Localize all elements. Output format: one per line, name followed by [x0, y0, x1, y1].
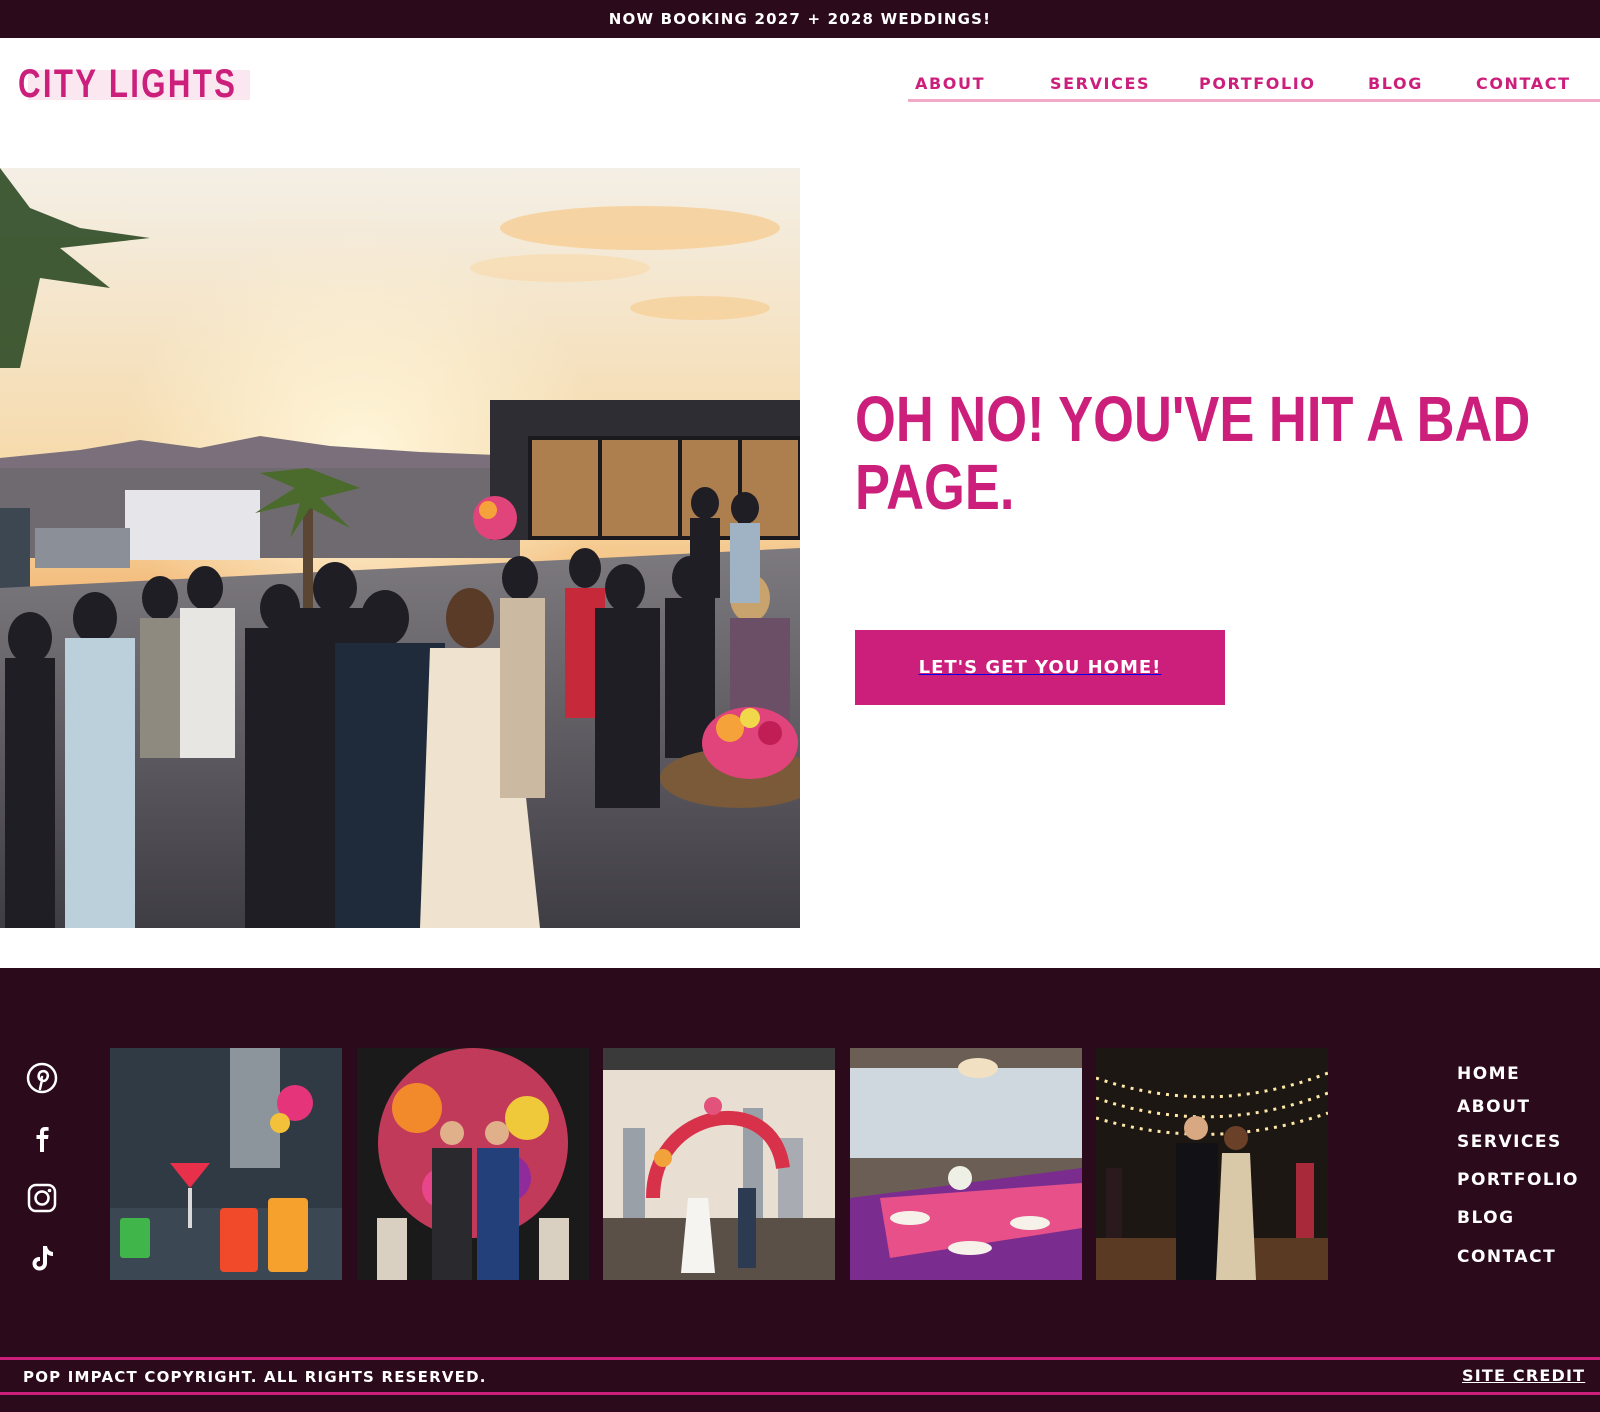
gallery-image-cocktails[interactable]: [110, 1048, 342, 1280]
gallery-image-first-dance[interactable]: [1096, 1048, 1328, 1280]
footer-nav-portfolio[interactable]: PORTFOLIO: [1457, 1170, 1579, 1190]
copyright-text: POP IMPACT COPYRIGHT. ALL RIGHTS RESERVE…: [23, 1368, 487, 1386]
footer-nav-blog[interactable]: BLOG: [1457, 1208, 1515, 1228]
footer-nav-about[interactable]: ABOUT: [1457, 1097, 1530, 1117]
footer-rule-bottom: [0, 1392, 1600, 1395]
hero-image: [0, 168, 800, 928]
logo-text: CITY LIGHTS: [18, 61, 238, 106]
site-credit-link[interactable]: SITE CREDIT: [1462, 1366, 1585, 1385]
announcement-bar: NOW BOOKING 2027 + 2028 WEDDINGS!: [0, 0, 1600, 38]
tiktok-icon[interactable]: [24, 1240, 60, 1276]
home-cta-label: LET'S GET YOU HOME!: [918, 657, 1162, 678]
headline-line2: PAGE.: [855, 451, 1015, 523]
nav-portfolio[interactable]: PORTFOLIO: [1199, 74, 1316, 93]
footer-rule-top: [0, 1357, 1600, 1360]
gallery-image-ceremony[interactable]: [603, 1048, 835, 1280]
instagram-icon[interactable]: [24, 1180, 60, 1216]
gallery-image-grooms[interactable]: [357, 1048, 589, 1280]
home-cta-button[interactable]: LET'S GET YOU HOME!: [855, 630, 1225, 705]
nav-services[interactable]: SERVICES: [1050, 74, 1150, 93]
pinterest-icon[interactable]: [24, 1060, 60, 1096]
footer-nav-services[interactable]: SERVICES: [1457, 1132, 1562, 1152]
gallery-image-reception-tables[interactable]: [850, 1048, 1082, 1280]
footer-nav-home[interactable]: HOME: [1457, 1064, 1520, 1084]
nav-contact[interactable]: CONTACT: [1476, 74, 1571, 93]
facebook-icon[interactable]: [24, 1120, 60, 1156]
headline-line1: OH NO! YOU'VE HIT A BAD: [855, 383, 1531, 455]
nav-blog[interactable]: BLOG: [1368, 74, 1423, 93]
announcement-text: NOW BOOKING 2027 + 2028 WEDDINGS!: [608, 10, 992, 28]
site-logo[interactable]: CITY LIGHTS: [18, 62, 299, 106]
error-headline: OH NO! YOU'VE HIT A BAD PAGE.: [855, 385, 1530, 523]
main-nav: ABOUT SERVICES PORTFOLIO BLOG CONTACT: [908, 64, 1600, 102]
footer-nav-contact[interactable]: CONTACT: [1457, 1247, 1556, 1267]
nav-about[interactable]: ABOUT: [915, 74, 985, 93]
